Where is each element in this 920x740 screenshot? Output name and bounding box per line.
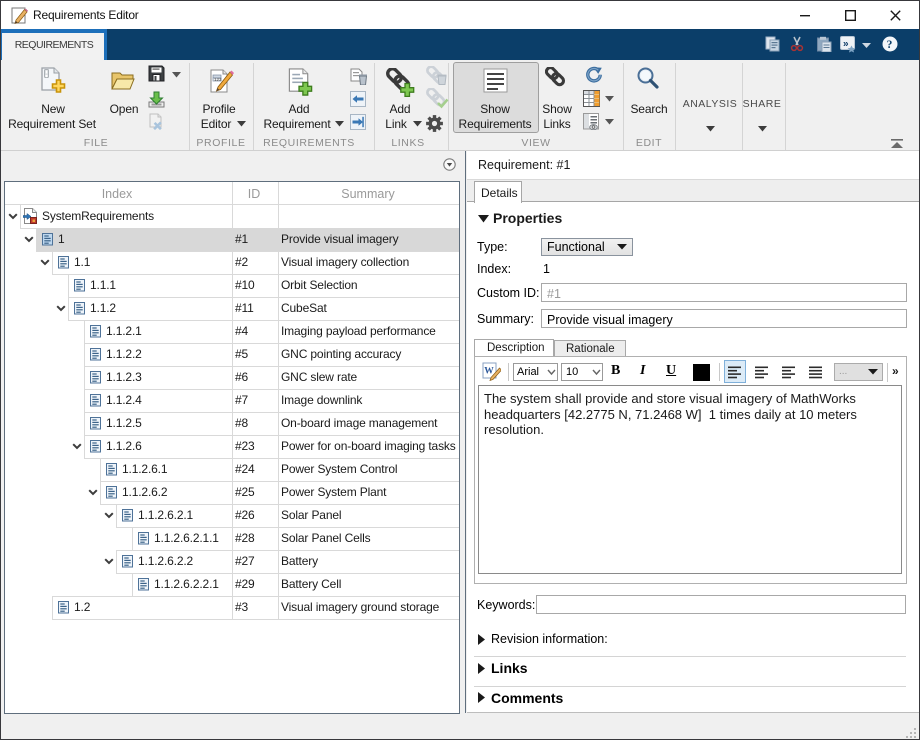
svg-text:»: » xyxy=(843,39,849,50)
svg-text:?: ? xyxy=(887,39,893,51)
svg-text:123: 123 xyxy=(214,77,222,82)
svg-text:W: W xyxy=(484,367,494,377)
